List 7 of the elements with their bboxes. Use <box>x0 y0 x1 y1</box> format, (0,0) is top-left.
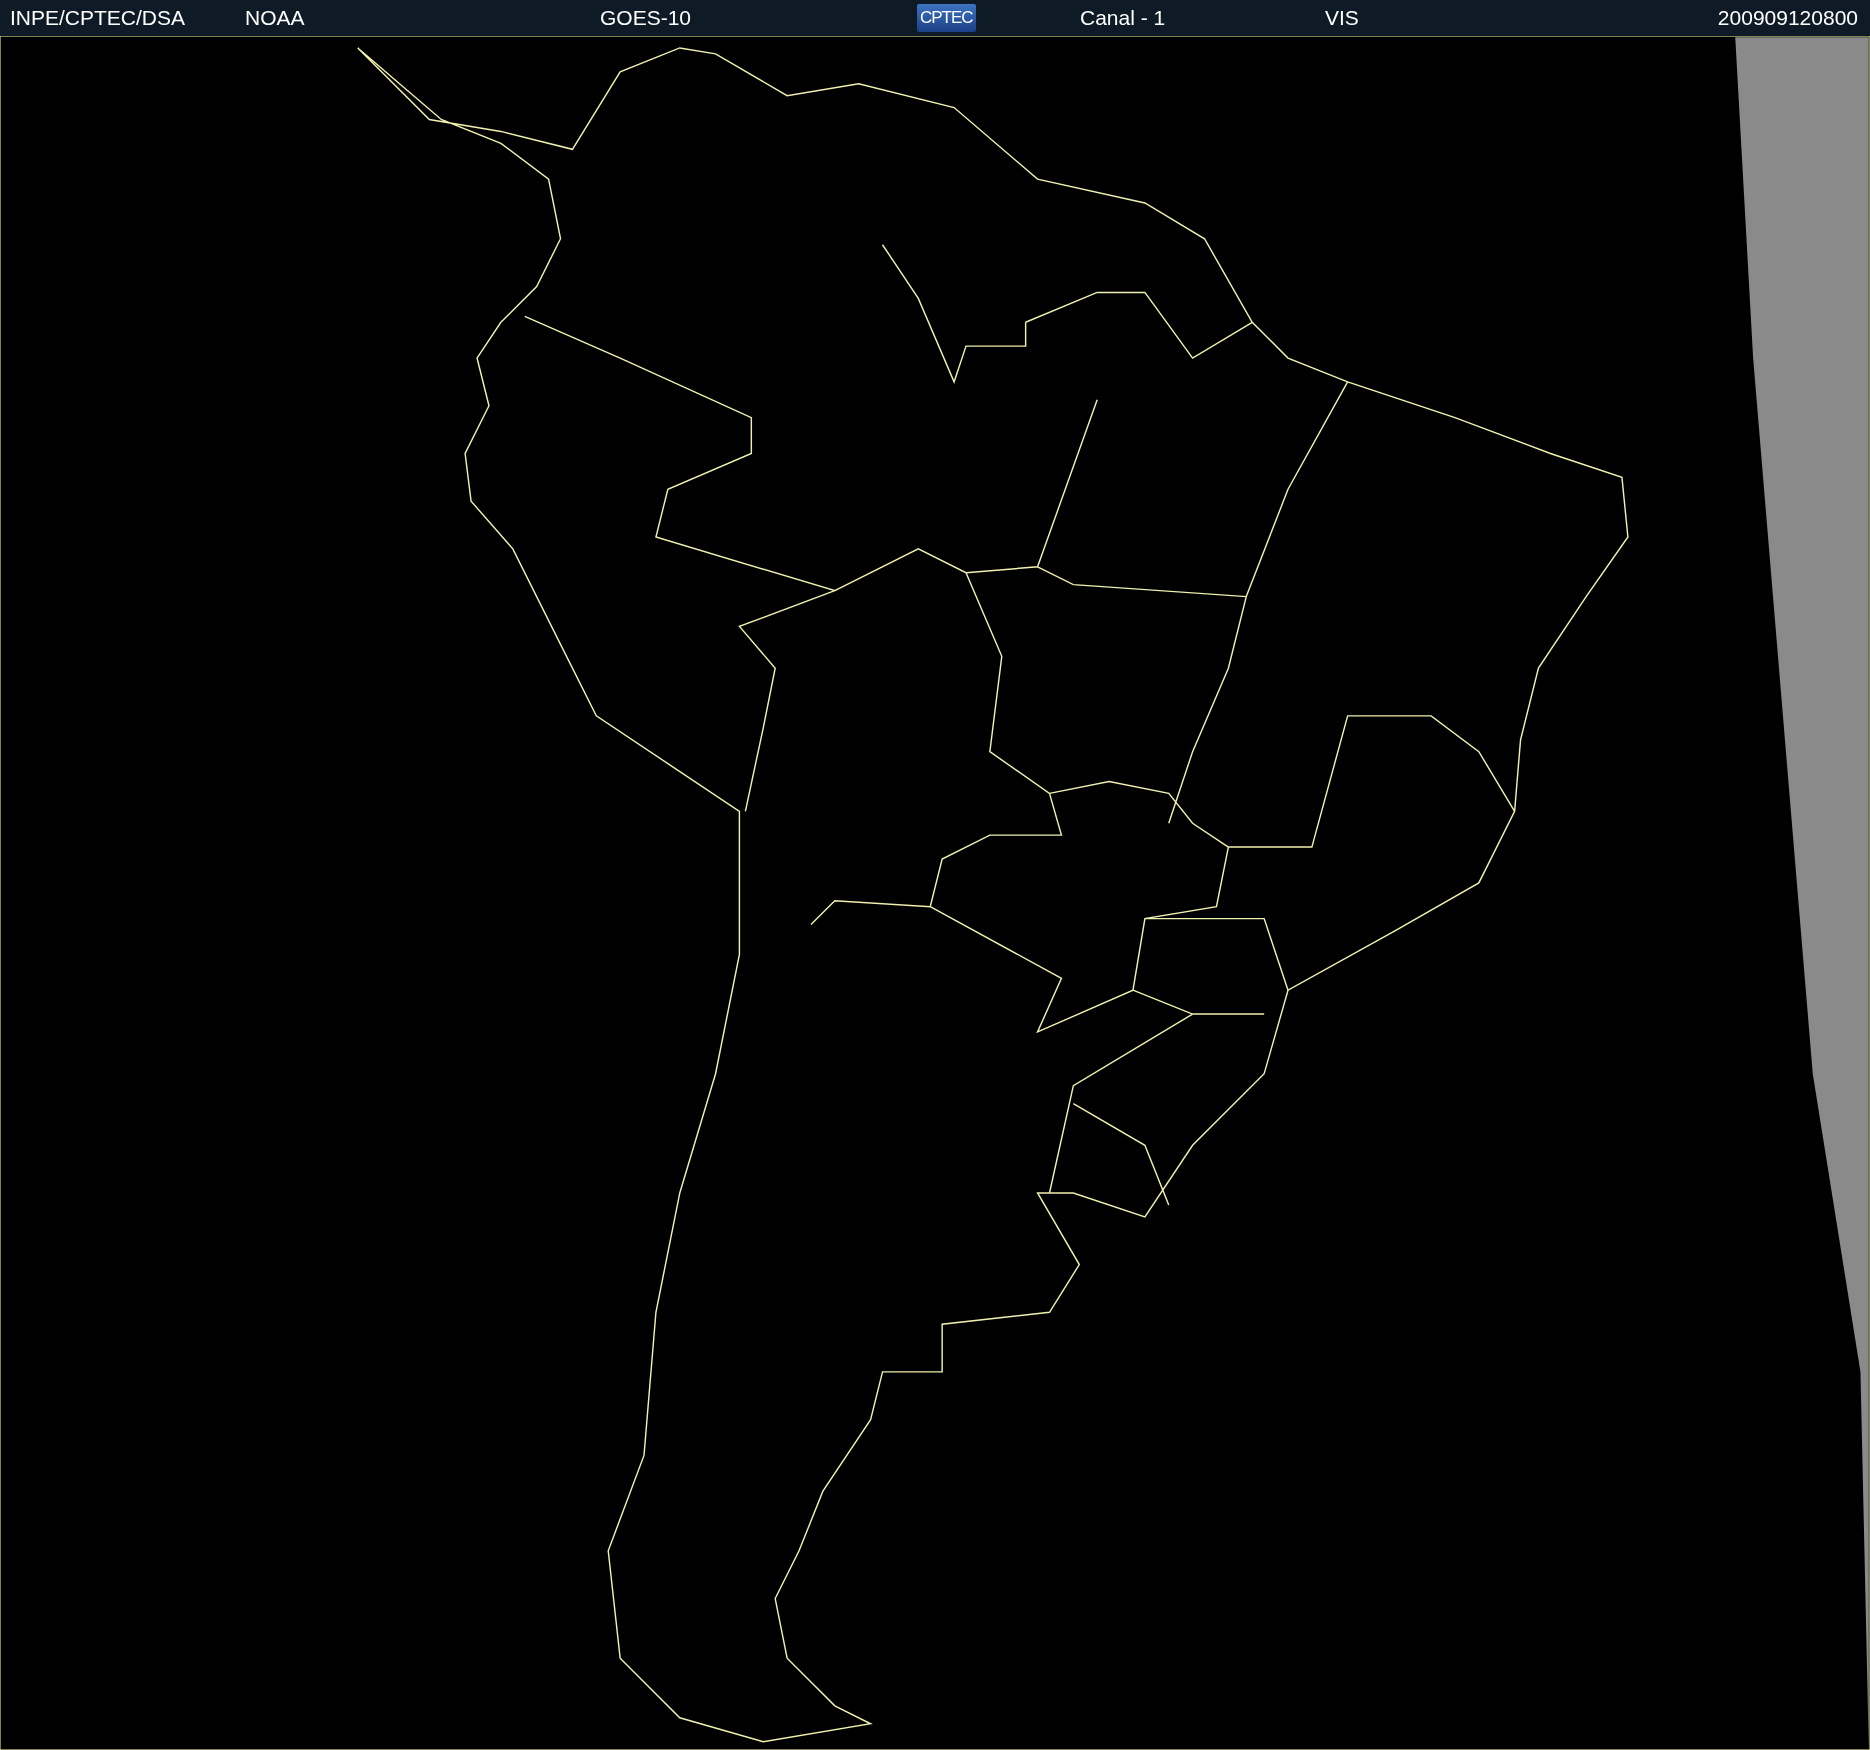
logo: CPTEC <box>917 4 976 32</box>
agency-label: NOAA <box>245 6 306 30</box>
source-label: INPE/CPTEC/DSA <box>10 6 187 30</box>
timestamp-label: 200909120800 <box>1717 6 1858 30</box>
satellite-label: GOES-10 <box>600 6 693 30</box>
channel-label: Canal - 1 <box>1080 6 1167 30</box>
band-label: VIS <box>1325 6 1360 30</box>
